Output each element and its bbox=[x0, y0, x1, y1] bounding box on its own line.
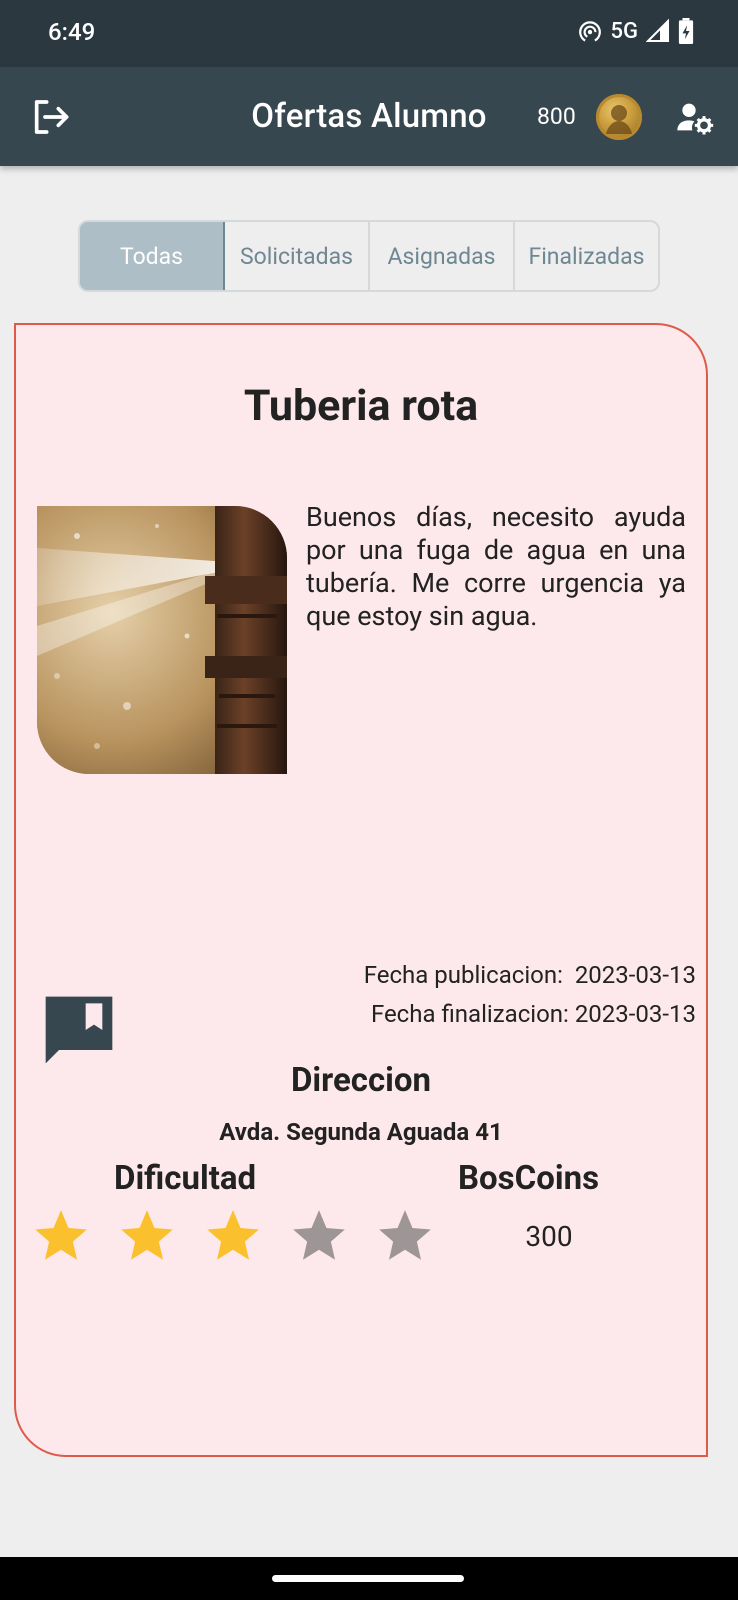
offer-card[interactable]: Tuberia rota Buenos días, necesito ayuda… bbox=[14, 323, 708, 1457]
difficulty-rating bbox=[30, 1205, 436, 1267]
status-bar: 6:49 5G bbox=[0, 0, 738, 67]
star-filled-icon[interactable] bbox=[202, 1205, 264, 1267]
hotspot-icon bbox=[578, 21, 601, 42]
difficulty-heading: Dificultad bbox=[114, 1159, 257, 1198]
offer-title: Tuberia rota bbox=[243, 381, 479, 431]
manage-accounts-icon[interactable] bbox=[674, 97, 714, 137]
address-value: Avda. Segunda Aguada 41 bbox=[219, 1118, 503, 1146]
network-type: 5G bbox=[610, 18, 639, 44]
offer-description: Buenos días, necesito ayuda por una fuga… bbox=[306, 501, 686, 632]
star-filled-icon[interactable] bbox=[116, 1205, 178, 1267]
signal-icon bbox=[646, 19, 669, 42]
star-empty-icon[interactable] bbox=[288, 1205, 350, 1267]
end-date: Fecha finalizacion: 2023-03-13 bbox=[370, 1000, 696, 1028]
publication-date: Fecha publicacion: 2023-03-13 bbox=[363, 961, 696, 989]
broken-pipe-photo bbox=[37, 506, 287, 774]
app-bar: Ofertas Alumno 800 bbox=[0, 67, 738, 166]
pipe-illustration bbox=[37, 506, 287, 774]
battery-icon bbox=[678, 18, 694, 44]
portrait-icon bbox=[606, 105, 632, 134]
coin-portrait-icon bbox=[596, 94, 642, 140]
status-icons: 5G bbox=[577, 18, 695, 44]
address-heading: Direccion bbox=[290, 1061, 432, 1100]
filter-tabs: Todas Solicitadas Asignadas Finalizadas bbox=[78, 220, 660, 292]
boscoins-heading: BosCoins bbox=[458, 1159, 600, 1198]
status-time: 6:49 bbox=[48, 18, 96, 46]
star-filled-icon[interactable] bbox=[30, 1205, 92, 1267]
tab-solicitadas[interactable]: Solicitadas bbox=[225, 222, 370, 290]
tab-asignadas[interactable]: Asignadas bbox=[370, 222, 515, 290]
tab-todas[interactable]: Todas bbox=[80, 222, 225, 290]
home-indicator[interactable] bbox=[272, 1575, 464, 1582]
tab-finalizadas[interactable]: Finalizadas bbox=[515, 222, 658, 290]
coin-balance: 800 bbox=[537, 103, 576, 130]
bookmark-comment-icon[interactable] bbox=[39, 990, 119, 1070]
star-empty-icon[interactable] bbox=[374, 1205, 436, 1267]
boscoins-value: 300 bbox=[525, 1220, 573, 1253]
